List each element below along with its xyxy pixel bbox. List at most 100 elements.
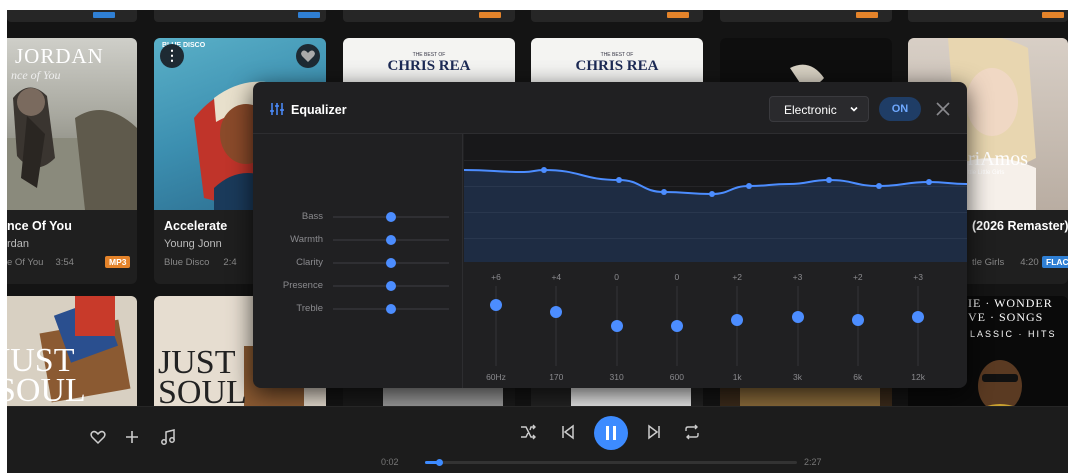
band-rail[interactable] — [495, 286, 497, 366]
album-card[interactable]: JORDAN nce of You nce Of You rdan e Of Y… — [7, 38, 137, 284]
player-bar: 0:02 2:27 — [7, 406, 1068, 473]
album-card-partial[interactable] — [720, 10, 892, 22]
album-art-line: SOUL — [158, 374, 247, 411]
album-card-partial[interactable] — [531, 10, 703, 22]
pause-button[interactable] — [594, 416, 628, 450]
preset-value: Electronic — [784, 103, 837, 117]
skip-next-icon[interactable] — [645, 423, 663, 441]
band-thumb[interactable] — [912, 311, 925, 324]
album-artist[interactable]: Young Jonn — [164, 238, 222, 250]
slider-thumb[interactable] — [386, 212, 396, 222]
band-gain: 0 — [674, 272, 680, 282]
eq-curve-node[interactable] — [926, 179, 932, 185]
music-app: JORDAN nce of You nce Of You rdan e Of Y… — [7, 10, 1068, 473]
eq-curve — [464, 167, 967, 262]
band-frequency: 12k — [911, 372, 925, 382]
band-thumb[interactable] — [670, 320, 683, 332]
album-art-subtitle: nce of You — [11, 68, 61, 82]
album-card-partial[interactable] — [154, 10, 326, 22]
eq-curve-node[interactable] — [876, 183, 882, 189]
album-duration: 2:4 — [223, 257, 237, 268]
slider-thumb[interactable] — [386, 235, 396, 245]
more-options-button[interactable]: ⋮ — [160, 44, 184, 68]
album-title[interactable]: (2026 Remaster) — [972, 219, 1068, 233]
album-art-title: riAmos — [968, 148, 1028, 170]
album-card-partial[interactable] — [343, 10, 515, 22]
eq-curve-node[interactable] — [746, 183, 752, 189]
album-meta: e Of You 3:54 — [7, 257, 74, 268]
warmth-slider[interactable]: Warmth — [253, 233, 463, 247]
eq-curve-node[interactable] — [826, 177, 832, 183]
band-rail[interactable] — [555, 286, 558, 366]
album-card-partial[interactable] — [908, 10, 1068, 22]
band-thumb[interactable] — [731, 314, 744, 327]
album-name: tle Girls — [972, 257, 1005, 268]
album-duration: 3:54 — [55, 257, 74, 268]
eq-curve-node[interactable] — [709, 191, 715, 197]
album-name: e Of You — [7, 257, 44, 268]
slider-label: Clarity — [296, 257, 323, 268]
slider-label: Bass — [301, 211, 323, 222]
album-card[interactable]: JUST SOUL — [7, 296, 137, 416]
album-card-partial[interactable] — [7, 10, 137, 22]
album-title[interactable]: Accelerate — [164, 219, 227, 233]
shuffle-icon[interactable] — [519, 423, 537, 441]
band-slider[interactable]: 0 310 — [602, 272, 632, 382]
band-slider[interactable]: +3 3k — [783, 272, 813, 382]
equalizer-toggle[interactable]: ON — [879, 97, 921, 121]
band-thumb[interactable] — [610, 320, 623, 332]
add-icon[interactable] — [124, 429, 140, 445]
band-rail[interactable] — [917, 286, 920, 366]
repeat-icon[interactable] — [683, 423, 701, 441]
preset-select[interactable]: Electronic — [769, 96, 869, 122]
album-art-title: JUST SOUL — [7, 344, 86, 408]
album-art-title: JUST SOUL — [158, 346, 247, 411]
slider-thumb[interactable] — [386, 281, 396, 291]
album-art-subtitle: ttle Little Girls — [968, 170, 1005, 176]
format-badge: MP3 — [105, 256, 131, 268]
band-slider[interactable]: 0 600 — [662, 272, 692, 382]
album-art-title: JORDAN — [15, 44, 104, 68]
progress-thumb[interactable] — [436, 459, 444, 466]
elapsed-time: 0:02 — [381, 457, 399, 467]
band-slider[interactable]: +3 12k — [903, 272, 933, 382]
slider-thumb[interactable] — [386, 304, 396, 314]
slider-thumb[interactable] — [386, 258, 396, 268]
eq-curve-node[interactable] — [541, 167, 547, 173]
favorite-button[interactable] — [296, 44, 320, 68]
band-slider[interactable]: +2 1k — [722, 272, 752, 382]
band-gain: +6 — [491, 272, 501, 282]
equalizer-icon — [270, 103, 284, 115]
album-artist[interactable]: rdan — [7, 238, 29, 250]
band-slider[interactable]: +4 170 — [541, 272, 571, 382]
bass-slider[interactable]: Bass — [253, 210, 463, 224]
clarity-slider[interactable]: Clarity — [253, 256, 463, 270]
band-slider[interactable]: +2 6k — [843, 272, 873, 382]
eq-bands-area: +6 60Hz +4 170 0 310 0 600 +2 1k +3 3k +2 6k +3 12k — [464, 134, 967, 388]
equalizer-header: Equalizer Electronic ON — [253, 82, 967, 134]
band-thumb[interactable] — [851, 314, 864, 327]
band-frequency: 170 — [549, 372, 564, 382]
band-gain: +3 — [913, 272, 923, 282]
skip-previous-icon[interactable] — [559, 423, 577, 441]
band-frequency: 600 — [669, 372, 684, 382]
eq-curve-node[interactable] — [661, 189, 667, 195]
close-icon — [936, 102, 950, 116]
album-title[interactable]: nce Of You — [7, 219, 72, 233]
progress-bar[interactable] — [425, 459, 797, 466]
band-thumb[interactable] — [490, 299, 502, 312]
slider-label: Presence — [282, 280, 323, 291]
frequency-response-graph — [464, 134, 967, 262]
treble-slider[interactable]: Treble — [253, 302, 463, 316]
heart-icon[interactable] — [89, 428, 107, 446]
close-button[interactable] — [933, 99, 953, 119]
eq-curve-node[interactable] — [616, 177, 622, 183]
band-thumb[interactable] — [550, 305, 563, 318]
presence-slider[interactable]: Presence — [253, 279, 463, 293]
album-meta: Blue Disco 2:4 — [164, 257, 237, 268]
band-thumb[interactable] — [791, 311, 804, 324]
band-rail[interactable] — [796, 286, 799, 366]
band-gain: 0 — [614, 272, 619, 282]
band-slider[interactable]: +6 60Hz — [481, 272, 511, 382]
music-note-icon[interactable] — [159, 428, 177, 446]
